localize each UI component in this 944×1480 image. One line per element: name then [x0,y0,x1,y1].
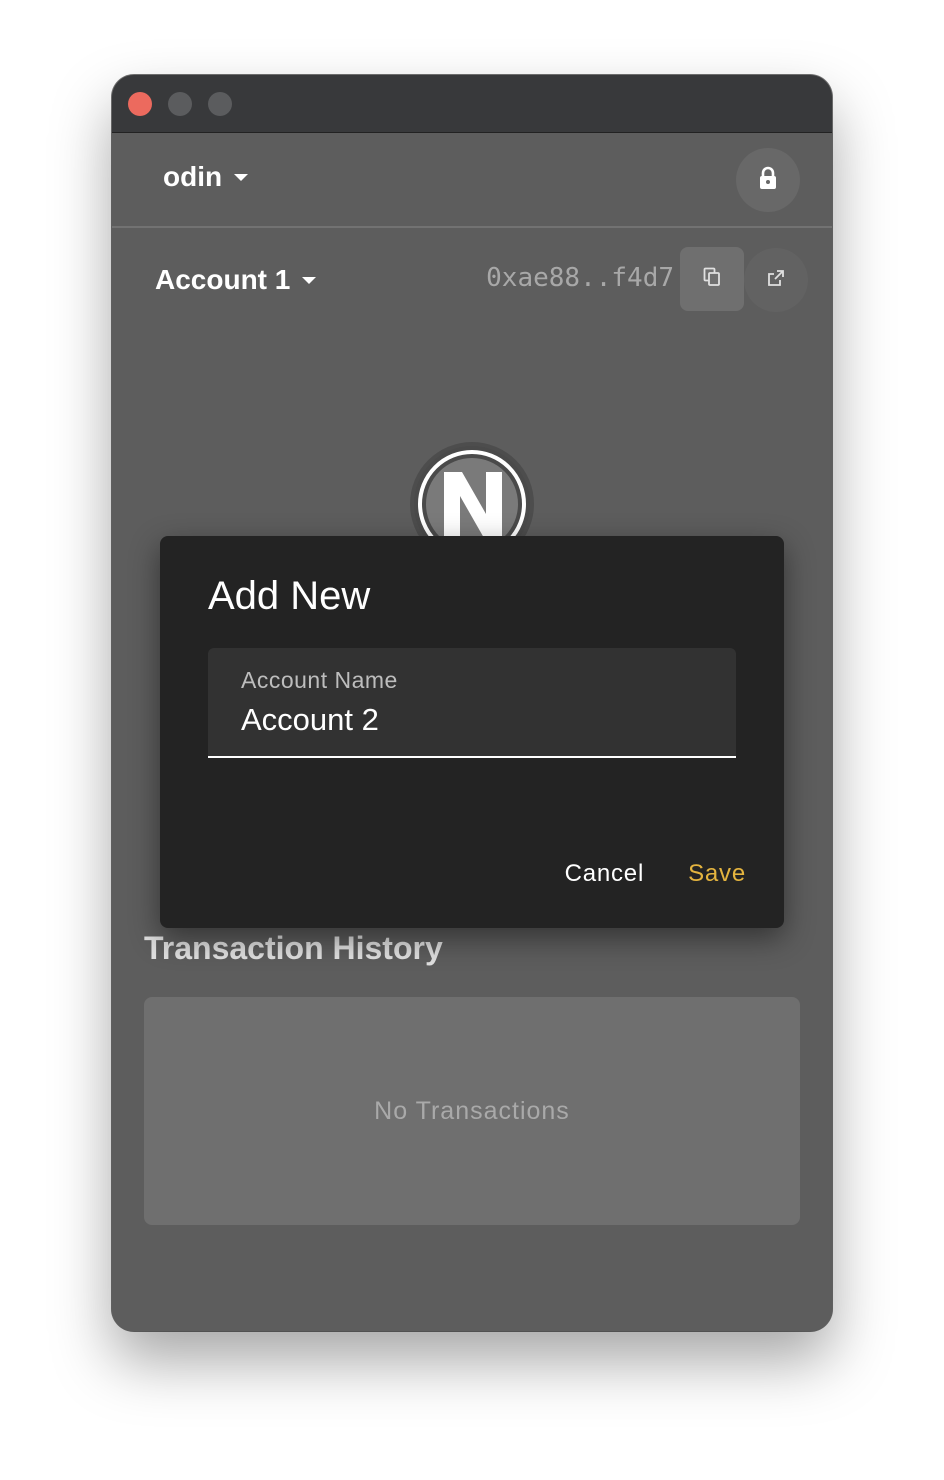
account-name-label: Account Name [241,667,398,693]
empty-transactions-text: No Transactions [374,1096,570,1125]
dialog-actions: Cancel Save [553,854,758,894]
account-row: Account 1 0xae88..f4d7 [112,228,832,328]
account-name-field[interactable]: Account Name [208,648,736,758]
maximize-window-button[interactable] [208,92,232,116]
add-account-dialog: Add New Account Name Cancel Save [160,536,784,928]
account-address: 0xae88..f4d7 [486,263,674,293]
minimize-window-button[interactable] [168,92,192,116]
title-bar [112,75,832,133]
app-window: odin Account 1 0xae88..f4d7 Transaction … [112,75,832,1331]
dialog-title: Add New [208,574,371,618]
save-button[interactable]: Save [676,854,758,894]
transaction-history-heading: Transaction History [144,930,443,966]
network-selector[interactable]: odin [163,161,249,193]
chevron-down-icon [234,173,249,181]
external-link-icon [767,269,785,292]
cancel-button[interactable]: Cancel [553,854,657,894]
lock-icon [757,166,779,195]
network-name: odin [163,161,223,192]
view-on-explorer-button[interactable] [744,248,808,312]
account-selector[interactable]: Account 1 [155,264,317,296]
close-window-button[interactable] [128,92,152,116]
copy-icon [703,267,721,292]
copy-address-button[interactable] [680,247,744,311]
network-bar: odin [112,133,832,228]
account-name-input[interactable] [241,702,701,738]
lock-button[interactable] [736,148,800,212]
transaction-list: No Transactions [144,997,800,1225]
chevron-down-icon [302,276,317,284]
account-name: Account 1 [155,264,291,295]
